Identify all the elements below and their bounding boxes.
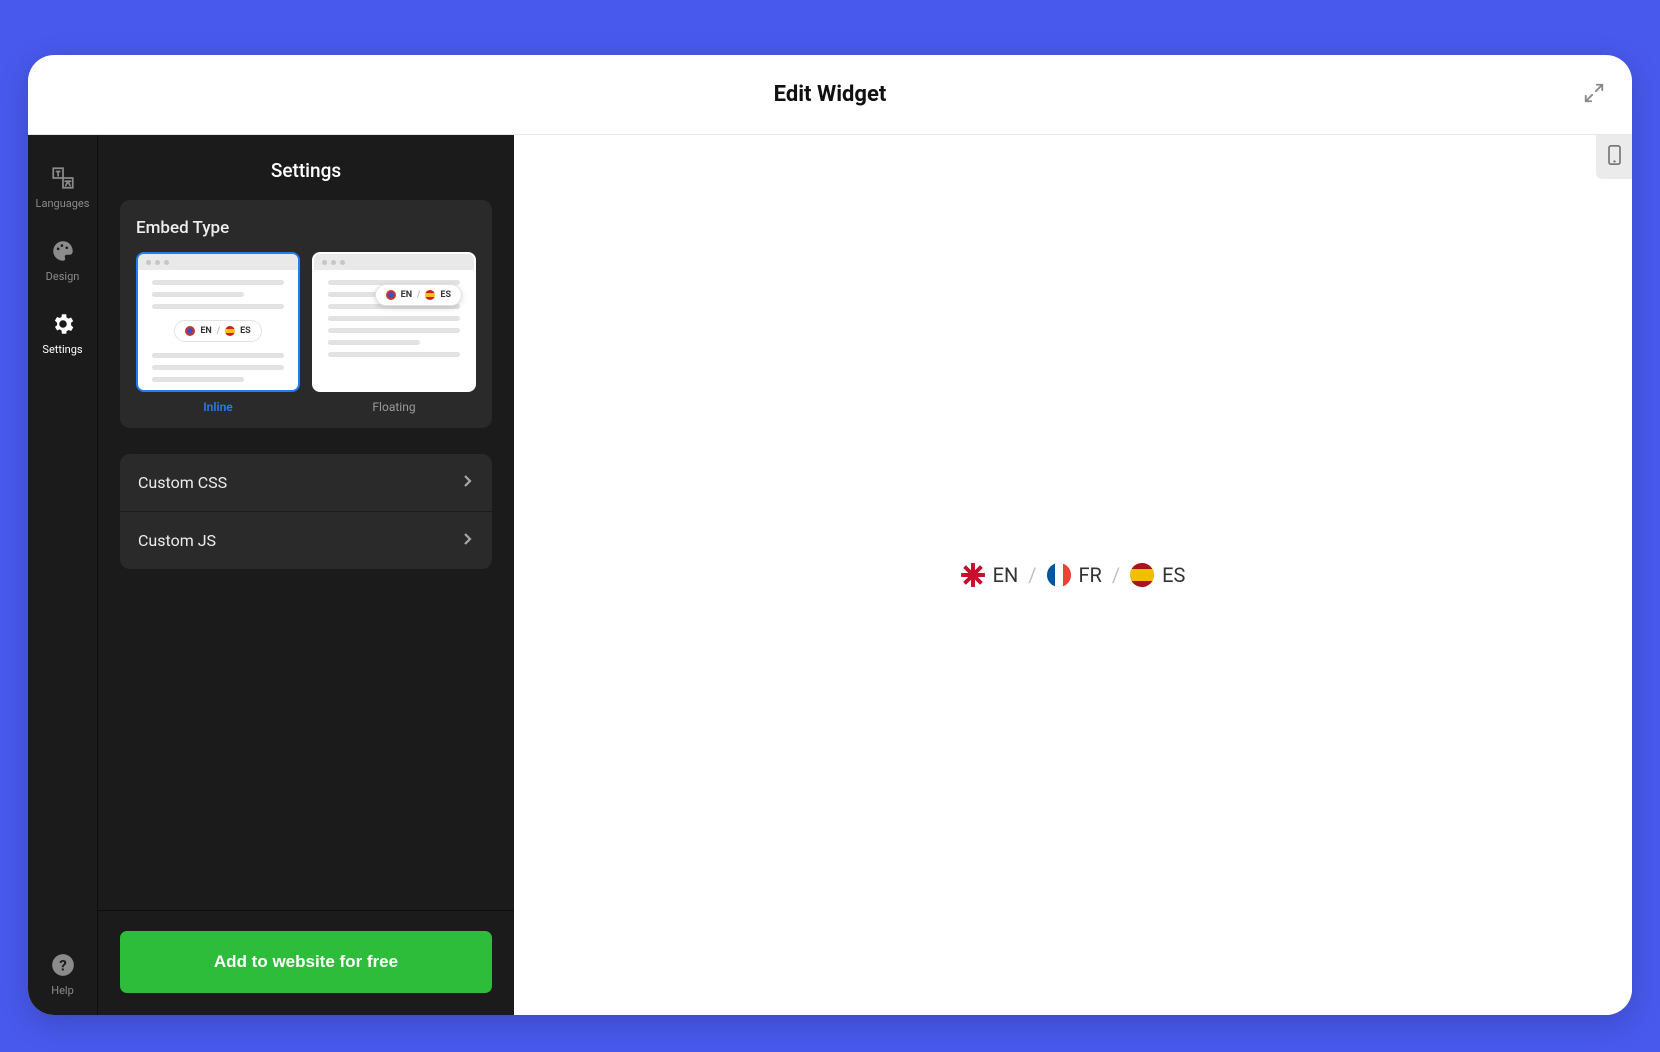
modal-title: Edit Widget	[774, 82, 887, 107]
expand-button[interactable]	[1580, 81, 1608, 109]
modal-body: Languages Design Settings ? Help	[28, 135, 1632, 1015]
gear-icon	[50, 311, 76, 337]
flag-en-icon	[386, 290, 396, 300]
flag-es-icon	[425, 290, 435, 300]
help-icon: ?	[50, 952, 76, 978]
preview-area: EN / FR / ES	[514, 135, 1632, 1015]
lang-code: FR	[1079, 563, 1102, 587]
side-rail: Languages Design Settings ? Help	[28, 135, 98, 1015]
rail-item-label: Help	[51, 984, 74, 997]
svg-text:?: ?	[59, 956, 67, 974]
rail-item-languages[interactable]: Languages	[28, 147, 98, 220]
edit-widget-modal: Edit Widget Languages D	[28, 55, 1632, 1015]
mobile-icon	[1607, 144, 1622, 170]
lang-item-es[interactable]: ES	[1130, 563, 1185, 587]
palette-icon	[50, 238, 76, 264]
separator: /	[1112, 563, 1120, 587]
chevron-right-icon	[462, 531, 474, 550]
rail-item-design[interactable]: Design	[28, 220, 98, 293]
flag-uk-icon	[961, 563, 985, 587]
row-custom-js[interactable]: Custom JS	[120, 511, 492, 569]
device-mobile-toggle[interactable]	[1596, 135, 1632, 179]
embed-option-label: Floating	[372, 400, 415, 414]
panel-footer: Add to website for free	[98, 910, 514, 1015]
chevron-right-icon	[462, 473, 474, 492]
row-label: Custom CSS	[138, 473, 227, 492]
thumb-pill: EN / ES	[174, 320, 261, 342]
panel-title: Settings	[98, 135, 514, 200]
embed-floating-thumb: EN / ES	[312, 252, 476, 392]
lang-item-fr[interactable]: FR	[1047, 563, 1102, 587]
embed-type-options: EN / ES Inline	[136, 252, 476, 414]
embed-type-title: Embed Type	[136, 218, 476, 238]
rail-item-help[interactable]: ? Help	[28, 934, 98, 1015]
flag-en-icon	[185, 326, 195, 336]
embed-type-card: Embed Type	[120, 200, 492, 428]
settings-rows: Custom CSS Custom JS	[120, 454, 492, 569]
row-label: Custom JS	[138, 531, 216, 550]
flag-es-icon	[225, 326, 235, 336]
panel-content: Embed Type	[98, 200, 514, 910]
rail-item-label: Design	[46, 270, 80, 283]
rail-item-settings[interactable]: Settings	[28, 293, 98, 366]
rail-item-label: Languages	[36, 197, 90, 210]
settings-panel: Settings Embed Type	[98, 135, 514, 1015]
thumb-pill: EN / ES	[375, 284, 462, 306]
separator: /	[1028, 563, 1036, 587]
translate-icon	[50, 165, 76, 191]
row-custom-css[interactable]: Custom CSS	[120, 454, 492, 511]
lang-code: EN	[993, 563, 1019, 587]
rail-item-label: Settings	[42, 343, 82, 356]
expand-icon	[1583, 82, 1605, 108]
language-widget: EN / FR / ES	[961, 563, 1186, 587]
lang-code: ES	[1162, 563, 1185, 587]
lang-item-en[interactable]: EN	[961, 563, 1019, 587]
embed-option-label: Inline	[203, 400, 233, 414]
modal-header: Edit Widget	[28, 55, 1632, 135]
flag-fr-icon	[1047, 563, 1071, 587]
flag-es-icon	[1130, 563, 1154, 587]
embed-inline-thumb: EN / ES	[136, 252, 300, 392]
add-to-website-button[interactable]: Add to website for free	[120, 931, 492, 993]
embed-option-floating[interactable]: EN / ES Floating	[312, 252, 476, 414]
embed-option-inline[interactable]: EN / ES Inline	[136, 252, 300, 414]
